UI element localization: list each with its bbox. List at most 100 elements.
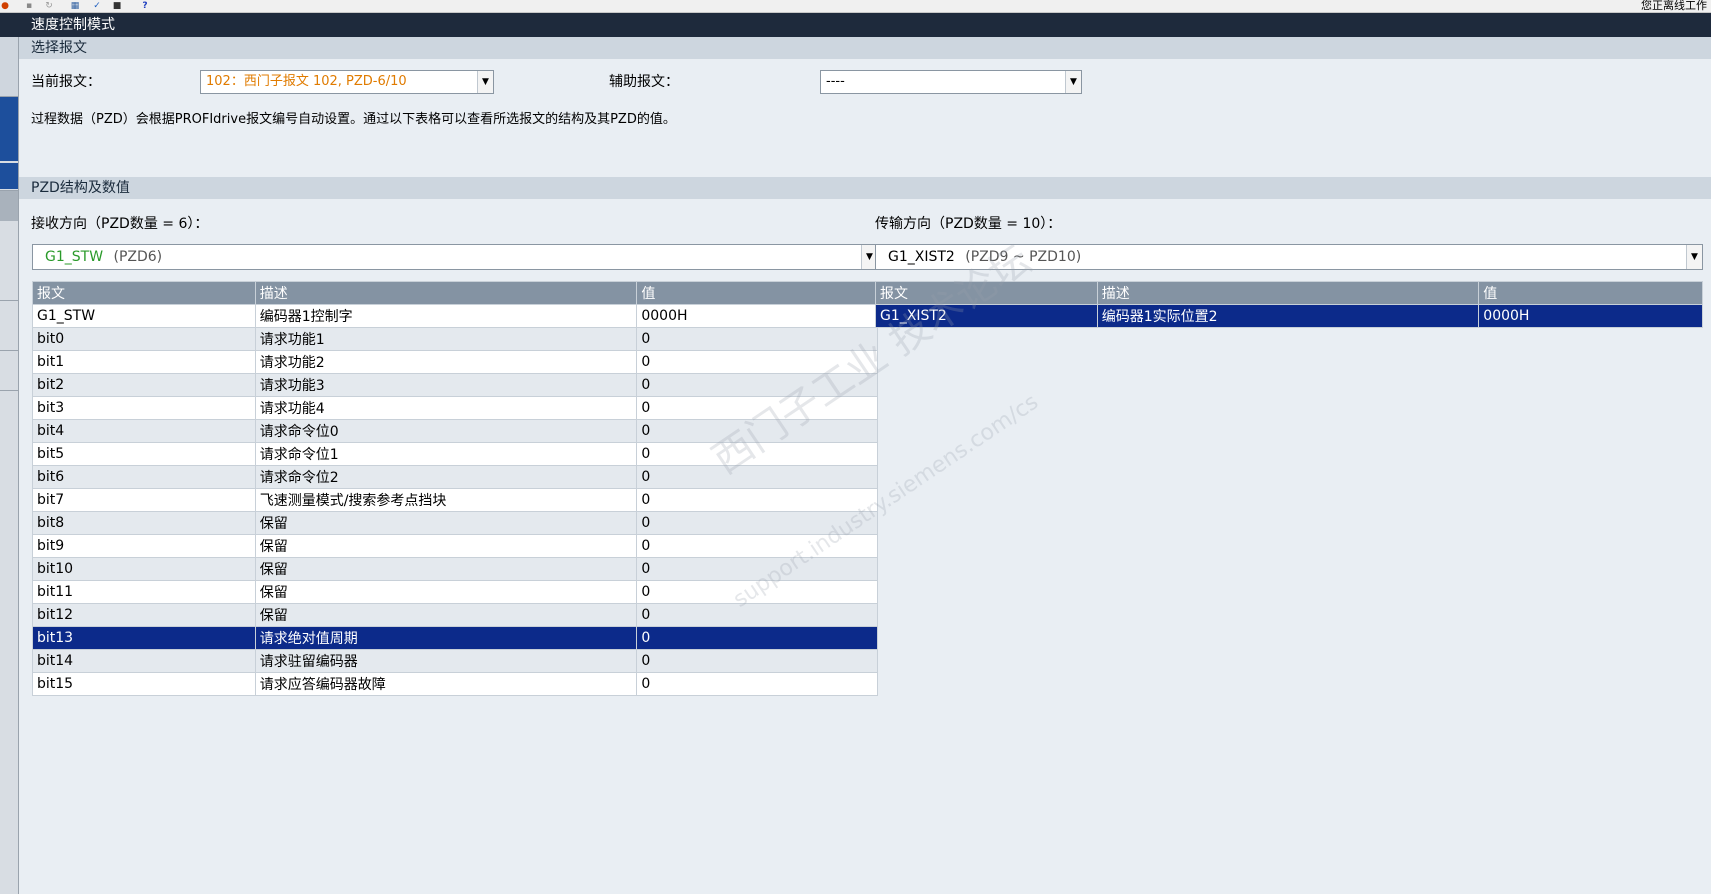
cell-value: 0 — [636, 672, 878, 696]
table-row[interactable]: G1_XIST2 编码器1实际位置2 0000H — [875, 304, 1703, 328]
cell-description: 编码器1实际位置2 — [1096, 304, 1480, 328]
cell-telegram: bit8 — [32, 511, 256, 535]
cell-description: 飞速测量模式/搜索参考点挡块 — [254, 488, 638, 512]
receive-direction-label: 接收方向（PZD数量 = 6）： — [31, 216, 209, 232]
table-row[interactable]: bit8 保留 0 — [32, 511, 878, 535]
nav-tab-5[interactable] — [0, 221, 18, 301]
cell-value: 0 — [636, 488, 878, 512]
aux-telegram-select[interactable]: ---- ▼ — [820, 70, 1082, 94]
table-row[interactable]: bit10 保留 0 — [32, 557, 878, 581]
table-row[interactable]: bit5 请求命令位1 0 — [32, 442, 878, 466]
cell-telegram: bit3 — [32, 396, 256, 420]
check-icon[interactable]: ✓ — [92, 1, 102, 11]
table-row[interactable]: bit0 请求功能1 0 — [32, 327, 878, 351]
cell-telegram: bit2 — [32, 373, 256, 397]
chevron-down-icon[interactable]: ▼ — [477, 71, 493, 93]
table-row[interactable]: bit15 请求应答编码器故障 0 — [32, 672, 878, 696]
table-row[interactable]: bit4 请求命令位0 0 — [32, 419, 878, 443]
cell-description: 保留 — [254, 511, 638, 535]
device-icon[interactable]: ■ — [112, 1, 122, 11]
cell-telegram: bit0 — [32, 327, 256, 351]
cell-telegram: bit9 — [32, 534, 256, 558]
cell-telegram: G1_STW — [32, 304, 256, 328]
nav-tab-1[interactable] — [0, 37, 18, 97]
cell-description: 请求功能4 — [254, 396, 638, 420]
cell-value: 0 — [636, 649, 878, 673]
table-row[interactable]: bit14 请求驻留编码器 0 — [32, 649, 878, 673]
cell-value: 0 — [636, 396, 878, 420]
cell-telegram: bit5 — [32, 442, 256, 466]
table-row[interactable]: bit3 请求功能4 0 — [32, 396, 878, 420]
transmit-pzd-table: 报文 描述 值 G1_XIST2 编码器1实际位置2 0000H — [875, 281, 1703, 328]
warning-icon[interactable]: ● — [0, 1, 10, 11]
pzd-info-text: 过程数据（PZD）会根据PROFIdrive报文编号自动设置。通过以下表格可以查… — [31, 112, 676, 127]
cell-value: 0 — [636, 350, 878, 374]
cell-telegram: bit4 — [32, 419, 256, 443]
cell-telegram: bit10 — [32, 557, 256, 581]
table-row[interactable]: bit9 保留 0 — [32, 534, 878, 558]
nav-tab-4[interactable] — [0, 191, 18, 221]
nav-tab-6[interactable] — [0, 301, 18, 351]
nav-tab-7[interactable] — [0, 351, 18, 391]
cell-telegram: bit15 — [32, 672, 256, 696]
transmit-direction-label: 传输方向（PZD数量 = 10）： — [875, 216, 1062, 232]
chevron-down-icon[interactable]: ▼ — [1065, 71, 1081, 93]
column-header-value[interactable]: 值 — [1478, 281, 1703, 305]
table-row[interactable]: bit6 请求命令位2 0 — [32, 465, 878, 489]
current-telegram-label: 当前报文： — [31, 74, 101, 90]
cell-telegram: bit6 — [32, 465, 256, 489]
page-title: 速度控制模式 — [19, 13, 1711, 37]
column-header-description[interactable]: 描述 — [254, 281, 638, 305]
cell-value: 0 — [636, 373, 878, 397]
receive-pzd-select[interactable]: G1_STW (PZD6) ▼ — [32, 244, 878, 270]
cell-value: 0 — [636, 419, 878, 443]
cell-value: 0 — [636, 557, 878, 581]
cell-description: 请求驻留编码器 — [254, 649, 638, 673]
cell-description: 请求命令位1 — [254, 442, 638, 466]
cell-value: 0 — [636, 465, 878, 489]
help-icon[interactable]: ? — [140, 1, 150, 11]
chevron-down-icon[interactable]: ▼ — [1686, 245, 1702, 269]
aux-telegram-value: ---- — [826, 74, 845, 89]
cell-value: 0 — [636, 327, 878, 351]
cell-description: 编码器1控制字 — [254, 304, 638, 328]
refresh-icon[interactable]: ↻ — [44, 1, 54, 11]
table-icon[interactable]: ▦ — [70, 1, 80, 11]
column-header-value[interactable]: 值 — [636, 281, 878, 305]
offline-status: 您正离线工作 — [1641, 0, 1707, 12]
nav-tab-active-2[interactable] — [0, 163, 18, 189]
table-header-row: 报文 描述 值 — [875, 281, 1703, 305]
table-row[interactable]: bit12 保留 0 — [32, 603, 878, 627]
table-row[interactable]: bit2 请求功能3 0 — [32, 373, 878, 397]
cell-value: 0 — [636, 534, 878, 558]
column-header-description[interactable]: 描述 — [1096, 281, 1480, 305]
cell-value: 0000H — [636, 304, 878, 328]
cell-description: 请求命令位2 — [254, 465, 638, 489]
column-header-telegram[interactable]: 报文 — [875, 281, 1098, 305]
table-row[interactable]: bit7 飞速测量模式/搜索参考点挡块 0 — [32, 488, 878, 512]
table-row[interactable]: bit13 请求绝对值周期 0 — [32, 626, 878, 650]
receive-pzd-table: 报文 描述 值 G1_STW 编码器1控制字 0000H bit0 请求功能1 0 bit1… — [32, 281, 878, 696]
cell-telegram: bit7 — [32, 488, 256, 512]
transmit-pzd-select[interactable]: G1_XIST2 (PZD9 ~ PZD10) ▼ — [875, 244, 1703, 270]
table-row[interactable]: bit1 请求功能2 0 — [32, 350, 878, 374]
title-bar-edge — [0, 13, 19, 37]
cell-description: 请求功能3 — [254, 373, 638, 397]
save-icon[interactable]: ▪ — [24, 1, 34, 11]
cell-telegram: bit11 — [32, 580, 256, 604]
current-telegram-value: 102：西门子报文 102, PZD-6/10 — [206, 74, 407, 89]
receive-combo-name: G1_STW — [45, 249, 104, 265]
current-telegram-select[interactable]: 102：西门子报文 102, PZD-6/10 ▼ — [200, 70, 494, 94]
cell-telegram: bit14 — [32, 649, 256, 673]
cell-telegram: G1_XIST2 — [875, 304, 1098, 328]
cell-description: 保留 — [254, 580, 638, 604]
cell-telegram: bit13 — [32, 626, 256, 650]
cell-value: 0 — [636, 603, 878, 627]
main-content: 选择报文 当前报文： 102：西门子报文 102, PZD-6/10 ▼ 辅助报… — [19, 37, 1711, 894]
toolbar: ● ▪ ↻ ▦ ✓ ■ ? 您正离线工作 — [0, 0, 1711, 13]
table-row[interactable]: bit11 保留 0 — [32, 580, 878, 604]
nav-tab-active[interactable] — [0, 97, 18, 161]
table-row[interactable]: G1_STW 编码器1控制字 0000H — [32, 304, 878, 328]
transmit-combo-suffix: (PZD9 ~ PZD10) — [965, 249, 1082, 265]
column-header-telegram[interactable]: 报文 — [32, 281, 256, 305]
